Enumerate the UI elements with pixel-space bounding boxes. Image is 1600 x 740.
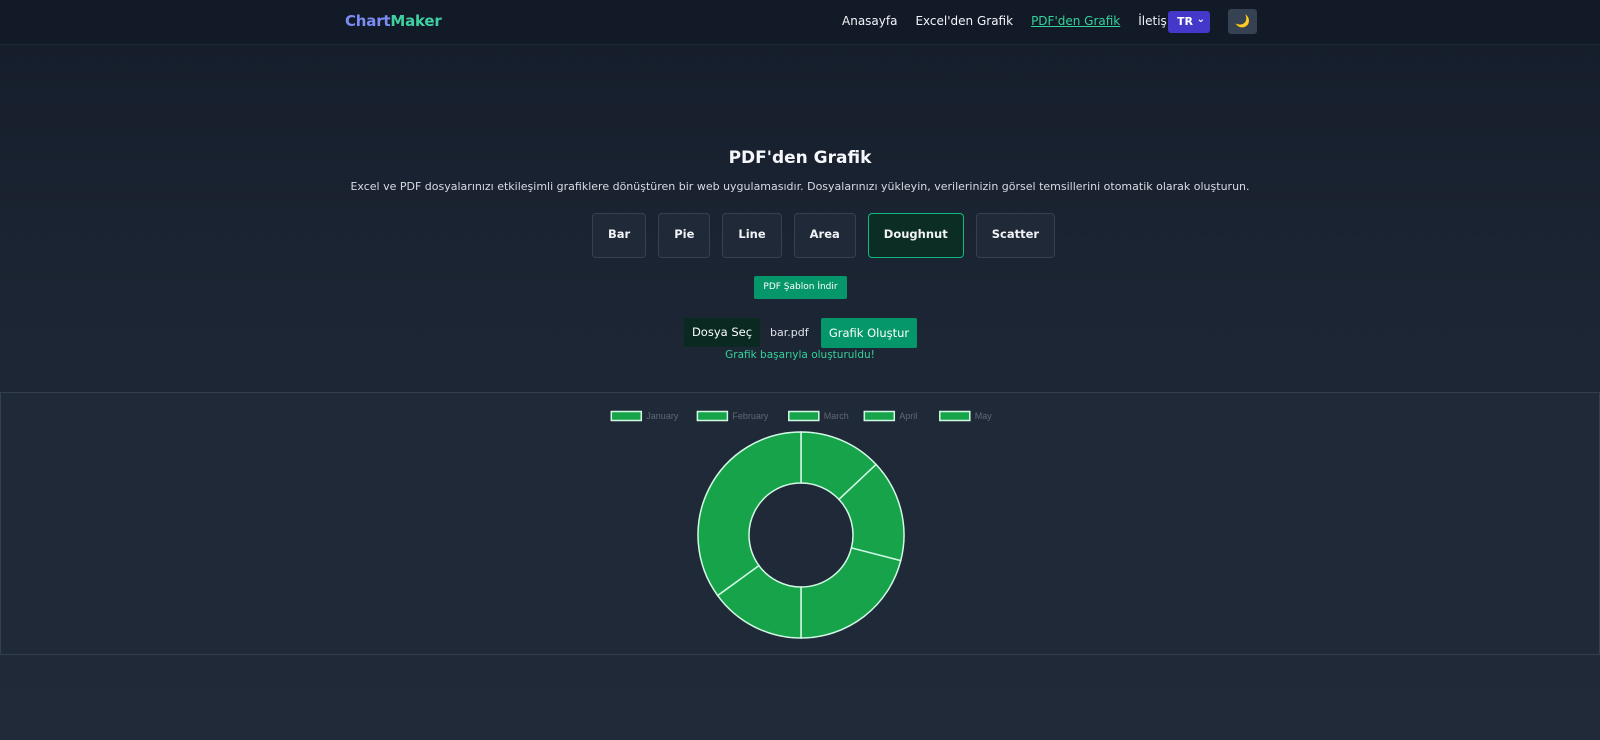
chevron-down-icon: ⌄ <box>1196 14 1205 25</box>
legend-label-february[interactable]: February <box>732 411 769 421</box>
language-select[interactable]: TR ⌄ <box>1168 11 1210 33</box>
chart-type-scatter-button[interactable]: Scatter <box>975 213 1056 258</box>
download-pdf-template-button[interactable]: PDF Şablon İndir <box>754 276 847 299</box>
chart-type-pie-button[interactable]: Pie <box>658 213 711 258</box>
legend-label-april[interactable]: April <box>899 411 917 421</box>
chart-panel: January February March April May <box>0 392 1600 655</box>
nav-link-excel-chart[interactable]: Excel'den Grafik <box>915 14 1013 28</box>
page-title: PDF'den Grafik <box>728 148 872 168</box>
page-description: Excel ve PDF dosyalarınızı etkileşimli g… <box>350 180 1250 193</box>
legend-label-march[interactable]: March <box>824 411 849 421</box>
moon-icon: 🌙 <box>1235 14 1250 28</box>
legend-swatch-january[interactable] <box>610 410 643 422</box>
nav-link-home[interactable]: Anasayfa <box>842 14 897 28</box>
chart-type-selector: Bar Pie Line Area Doughnut Scatter <box>592 213 1056 258</box>
nav-link-pdf-chart[interactable]: PDF'den Grafik <box>1031 14 1120 28</box>
legend-label-may[interactable]: May <box>975 411 993 421</box>
brand-part-maker: Maker <box>390 12 442 30</box>
doughnut-slice-may[interactable] <box>697 431 802 597</box>
chart-type-area-button[interactable]: Area <box>793 213 856 258</box>
navbar: ChartMaker Anasayfa Excel'den Grafik PDF… <box>0 0 1600 45</box>
theme-toggle-button[interactable]: 🌙 <box>1228 9 1257 34</box>
legend-label-january[interactable]: January <box>646 411 679 421</box>
legend-swatch-february[interactable] <box>696 410 729 422</box>
brand-logo[interactable]: ChartMaker <box>345 12 442 30</box>
doughnut-chart[interactable]: January February March April May <box>1 393 1600 656</box>
chart-type-line-button[interactable]: Line <box>722 213 782 258</box>
legend-swatch-april[interactable] <box>863 410 896 422</box>
nav-links: Anasayfa Excel'den Grafik PDF'den Grafik… <box>842 14 1182 28</box>
legend-swatch-march[interactable] <box>788 410 820 422</box>
selected-file-name: bar.pdf <box>770 326 809 339</box>
legend-swatch-may[interactable] <box>939 410 971 422</box>
file-select-button[interactable]: Dosya Seç <box>684 318 760 347</box>
brand-part-chart: Chart <box>345 12 391 30</box>
language-value: TR <box>1177 15 1193 28</box>
success-message: Grafik başarıyla oluşturuldu! <box>725 349 875 361</box>
create-chart-button[interactable]: Grafik Oluştur <box>821 318 917 348</box>
doughnut-slice-march[interactable] <box>800 547 902 639</box>
chart-type-bar-button[interactable]: Bar <box>592 213 647 258</box>
chart-type-doughnut-button[interactable]: Doughnut <box>867 213 964 258</box>
